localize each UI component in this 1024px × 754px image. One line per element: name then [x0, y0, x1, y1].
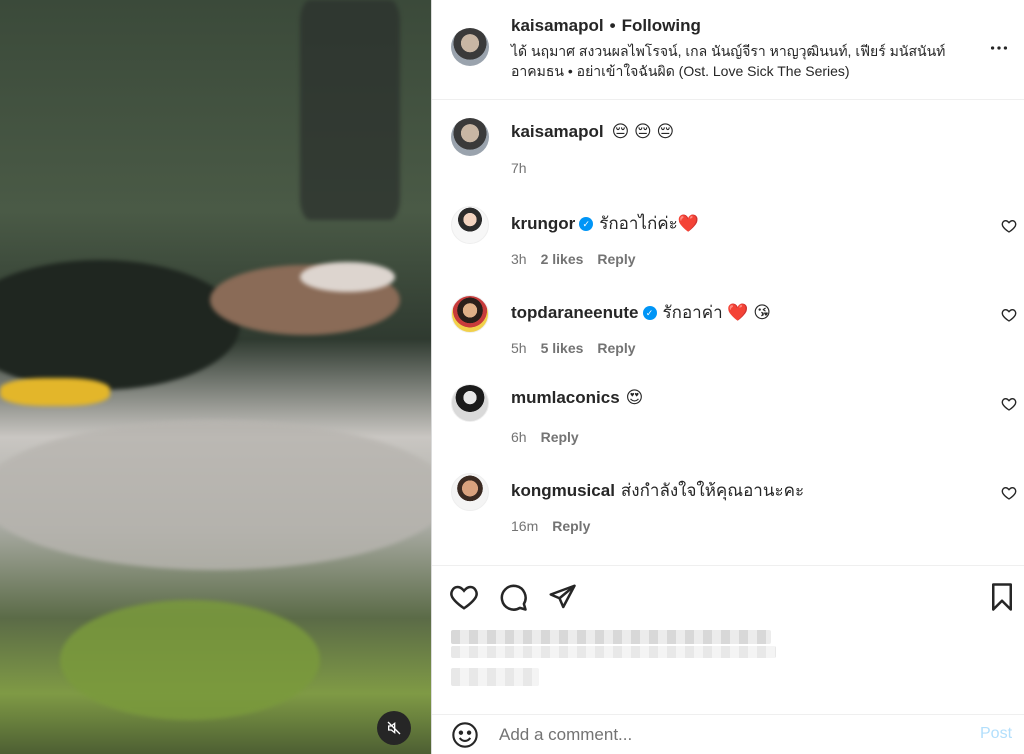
speaker-muted-icon — [387, 721, 401, 735]
comment-input[interactable] — [499, 723, 949, 747]
comment-line: topdaraneenute ✓ รักอาค่า ❤️ 😘 — [511, 299, 771, 326]
comment-time[interactable]: 3h — [511, 251, 527, 267]
comment-meta: 6h Reply — [511, 429, 593, 445]
author-username-link[interactable]: kaisamapol — [511, 16, 604, 35]
comment-meta: 16m Reply — [511, 518, 604, 534]
comment-meta: 5h 5 likes Reply — [511, 340, 650, 356]
media-shape — [300, 0, 400, 220]
mute-button[interactable] — [377, 711, 411, 745]
post-header: kaisamapol • Following ได้ นฤมาศ สงวนผลไพโ… — [432, 0, 1024, 100]
avatar[interactable] — [451, 295, 489, 333]
avatar[interactable] — [451, 473, 489, 511]
comment-username-link[interactable]: krungor — [511, 214, 575, 233]
reply-button[interactable]: Reply — [552, 518, 590, 534]
caption-timestamp[interactable]: 7h — [511, 160, 527, 176]
comment-username-link[interactable]: kongmusical — [511, 481, 615, 500]
comment-text: 😍 — [625, 388, 644, 407]
comment-text: ส่งกำลังใจให้คุณอานะคะ — [620, 481, 805, 500]
comment-line: krungor ✓ รักอาไก่ค่ะ❤️ — [511, 210, 699, 237]
comment-text: รักอาค่า ❤️ 😘 — [662, 303, 771, 322]
audio-attribution-link[interactable]: ได้ นฤมาศ สงวนผลไพโรจน์, เกล นันญ์จีรา ห… — [511, 41, 981, 81]
media-shape — [0, 378, 110, 406]
reply-button[interactable]: Reply — [541, 429, 579, 445]
comment-item: topdaraneenute ✓ รักอาค่า ❤️ 😘 5h 5 likes Re… — [432, 285, 1024, 374]
reply-button[interactable]: Reply — [597, 251, 635, 267]
post-details-panel: kaisamapol • Following ได้ นฤมาศ สงวนผลไพโ… — [431, 0, 1024, 754]
media-shape — [0, 420, 431, 570]
comment-username-link[interactable]: topdaraneenute — [511, 303, 639, 322]
comment-item: krungor ✓ รักอาไก่ค่ะ❤️ 3h 2 likes Reply — [432, 196, 1024, 285]
comment-bubble-icon[interactable] — [498, 582, 528, 612]
avatar[interactable] — [451, 28, 489, 66]
post-caption: kaisamapol 😔 😔 😔 7h — [432, 100, 1024, 190]
comment-time[interactable]: 6h — [511, 429, 527, 445]
caption-username-link[interactable]: kaisamapol — [511, 122, 604, 141]
media-shape — [0, 260, 240, 390]
heart-icon[interactable] — [449, 582, 479, 612]
media-shape — [60, 600, 320, 720]
separator-dot: • — [609, 16, 616, 35]
comment-meta: 3h 2 likes Reply — [511, 251, 650, 267]
caption-line: kaisamapol 😔 😔 😔 — [511, 122, 674, 142]
comment-item: kongmusical ส่งกำลังใจให้คุณอานะคะ 16m Rep… — [432, 463, 1024, 552]
comment-line: mumlaconics 😍 — [511, 388, 643, 408]
verified-badge-icon: ✓ — [579, 217, 594, 231]
post-date-redacted — [451, 668, 539, 686]
comment-time[interactable]: 5h — [511, 340, 527, 356]
media-shape — [300, 262, 395, 292]
reply-button[interactable]: Reply — [597, 340, 635, 356]
smiley-icon[interactable] — [451, 721, 479, 749]
bookmark-icon[interactable] — [987, 582, 1017, 612]
likes-summary-redacted — [451, 630, 771, 644]
comment-likes[interactable]: 5 likes — [541, 340, 584, 356]
comment-username-link[interactable]: mumlaconics — [511, 388, 620, 407]
comment-time[interactable]: 16m — [511, 518, 538, 534]
heart-icon[interactable] — [1001, 485, 1017, 501]
paper-plane-icon[interactable] — [547, 582, 577, 612]
following-button[interactable]: Following — [622, 16, 701, 35]
post-button[interactable]: Post — [980, 725, 1012, 743]
comment-text: รักอาไก่ค่ะ❤️ — [599, 214, 699, 233]
likes-summary-redacted — [451, 646, 776, 658]
caption-text: 😔 😔 😔 — [611, 122, 675, 141]
comment-composer: Post — [432, 714, 1024, 754]
heart-icon[interactable] — [1001, 396, 1017, 412]
heart-icon[interactable] — [1001, 218, 1017, 234]
action-bar — [432, 565, 1024, 715]
more-horizontal-icon[interactable] — [988, 37, 1010, 59]
avatar[interactable] — [451, 206, 489, 244]
post-author: kaisamapol • Following — [511, 16, 701, 36]
comment-item: mumlaconics 😍 6h Reply — [432, 374, 1024, 463]
comment-line: kongmusical ส่งกำลังใจให้คุณอานะคะ — [511, 477, 804, 504]
heart-icon[interactable] — [1001, 307, 1017, 323]
verified-badge-icon: ✓ — [642, 306, 657, 320]
avatar[interactable] — [451, 118, 489, 156]
comment-likes[interactable]: 2 likes — [541, 251, 584, 267]
video-player[interactable] — [0, 0, 431, 754]
avatar[interactable] — [451, 384, 489, 422]
